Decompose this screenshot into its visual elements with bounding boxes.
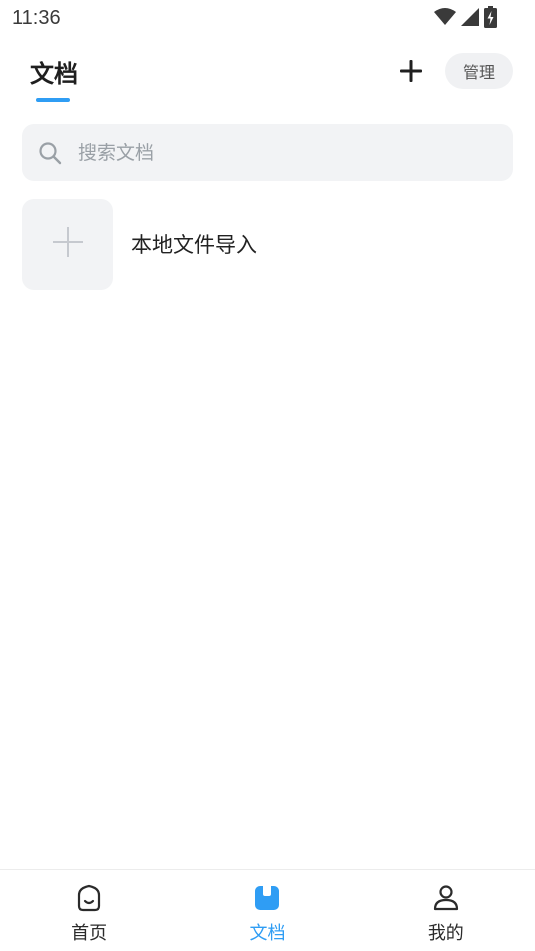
- profile-icon: [431, 883, 461, 913]
- search-box[interactable]: [22, 124, 513, 181]
- import-local-file-item[interactable]: 本地文件导入: [22, 198, 513, 290]
- wifi-icon: [434, 8, 456, 30]
- tab-bar: 首页 文档 我的: [0, 869, 535, 951]
- signal-icon: [460, 7, 480, 31]
- plus-icon: [398, 58, 424, 88]
- import-label: 本地文件导入: [131, 233, 257, 257]
- add-button[interactable]: [394, 56, 428, 90]
- title-underline: [36, 98, 70, 102]
- tab-home[interactable]: 首页: [0, 870, 178, 951]
- manage-button[interactable]: 管理: [445, 53, 513, 89]
- tab-label: 文档: [249, 923, 286, 944]
- header: 文档 管理: [0, 44, 535, 104]
- status-time: 11:36: [12, 7, 61, 29]
- search-icon: [38, 141, 62, 165]
- search-input[interactable]: [78, 141, 478, 164]
- status-bar: 11:36: [0, 0, 535, 36]
- tab-profile[interactable]: 我的: [357, 870, 535, 951]
- tab-label: 首页: [71, 923, 108, 944]
- tab-documents[interactable]: 文档: [178, 870, 356, 951]
- document-icon: [252, 883, 282, 913]
- status-icons: [434, 6, 497, 32]
- plus-icon: [51, 225, 85, 263]
- home-icon: [74, 883, 104, 913]
- import-thumb: [22, 198, 113, 290]
- tab-label: 我的: [427, 923, 464, 944]
- battery-icon: [484, 6, 497, 32]
- page-title: 文档: [30, 60, 78, 88]
